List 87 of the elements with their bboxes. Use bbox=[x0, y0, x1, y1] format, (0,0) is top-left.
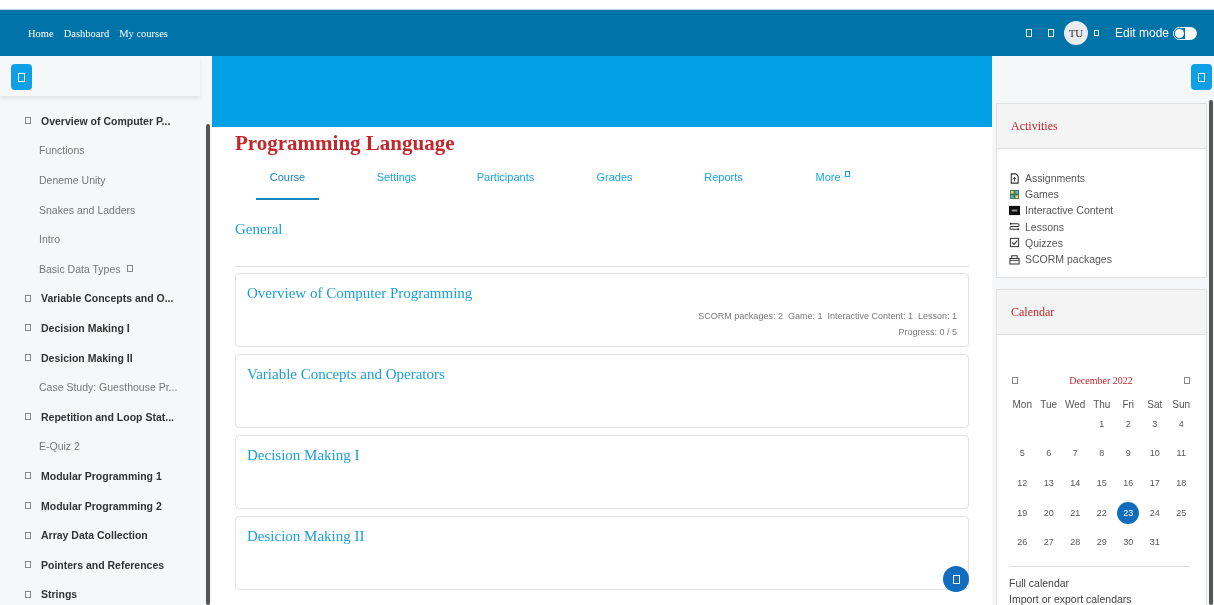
calendar-day[interactable]: 31 bbox=[1143, 531, 1166, 554]
activity-summary: SCORM packages: 2 Game: 1 Interactive Content: 1 Lesson: 1 bbox=[698, 311, 957, 321]
scrollbar[interactable] bbox=[1209, 100, 1213, 605]
calendar-day[interactable]: 19 bbox=[1011, 501, 1034, 524]
weekday-label: Tue bbox=[1039, 399, 1059, 413]
nav-link[interactable]: My courses bbox=[119, 27, 168, 39]
calendar-day[interactable]: 18 bbox=[1170, 471, 1193, 494]
calendar-day[interactable]: 24 bbox=[1143, 501, 1166, 524]
activity-link[interactable]: Functions bbox=[39, 144, 85, 157]
edit-mode-toggle[interactable] bbox=[1173, 26, 1197, 40]
weekday-label: Wed bbox=[1064, 399, 1087, 413]
activity-type-link[interactable]: Interactive Content bbox=[1025, 204, 1114, 217]
grid-icon bbox=[1009, 188, 1020, 200]
calendar-link[interactable]: Import or export calendars bbox=[1009, 590, 1194, 605]
section-link[interactable]: Modular Programming 2 bbox=[41, 499, 162, 512]
section-link[interactable]: Modular Programming 1 bbox=[41, 469, 162, 482]
progress-text: Progress: 0 / 5 bbox=[898, 327, 957, 337]
weekday-label: Sat bbox=[1146, 399, 1164, 413]
activity-link[interactable]: Intro bbox=[39, 233, 60, 246]
drawer-toggle-button[interactable] bbox=[11, 64, 32, 90]
nav-link[interactable]: Dashboard bbox=[63, 27, 110, 39]
calendar-day[interactable]: 25 bbox=[1170, 501, 1193, 524]
block-title: Calendar bbox=[1011, 304, 1055, 320]
block-title: Activities bbox=[1011, 118, 1058, 134]
edit-mode-label: Edit mode bbox=[1114, 26, 1169, 40]
h5p-icon bbox=[1009, 204, 1020, 216]
activity-link[interactable]: Case Study: Guesthouse Pr... bbox=[39, 381, 178, 394]
activity-type-link[interactable]: SCORM packages bbox=[1025, 253, 1112, 266]
calendar-day[interactable]: 3 bbox=[1143, 412, 1166, 435]
flow-icon bbox=[1009, 221, 1020, 233]
activity-link[interactable]: Basic Data Types bbox=[39, 262, 121, 275]
calendar-day[interactable]: 10 bbox=[1143, 442, 1166, 465]
section-link[interactable]: Pointers and References bbox=[41, 558, 165, 571]
calendar-day[interactable]: 16 bbox=[1117, 471, 1140, 494]
month-title: December 2022 bbox=[1069, 375, 1133, 387]
section-link[interactable]: Desicion Making II bbox=[41, 351, 133, 364]
section-link[interactable]: Array Data Collection bbox=[41, 529, 148, 542]
calendar-day[interactable]: 20 bbox=[1037, 501, 1060, 524]
calendar-day[interactable]: 13 bbox=[1037, 471, 1060, 494]
section-link[interactable]: Overview of Computer P... bbox=[41, 114, 171, 127]
calendar-day[interactable]: 21 bbox=[1064, 501, 1087, 524]
activity-type-link[interactable]: Lessons bbox=[1025, 220, 1065, 233]
calendar-day[interactable]: 11 bbox=[1170, 442, 1193, 465]
activity-type-link[interactable]: Quizzes bbox=[1025, 236, 1063, 249]
weekday-label: Mon bbox=[1011, 399, 1033, 413]
calendar-day[interactable]: 7 bbox=[1064, 442, 1087, 465]
activity-link[interactable]: E-Quiz 2 bbox=[39, 440, 80, 453]
package-icon bbox=[1009, 253, 1020, 265]
checkbox-icon bbox=[1009, 237, 1020, 249]
calendar-day[interactable]: 22 bbox=[1090, 501, 1113, 524]
calendar-day[interactable]: 2 bbox=[1117, 412, 1140, 435]
calendar-day[interactable]: 1 bbox=[1090, 412, 1113, 435]
calendar-day[interactable]: 30 bbox=[1117, 531, 1140, 554]
section-link[interactable]: Variable Concepts and O... bbox=[41, 292, 174, 305]
calendar-day[interactable]: 14 bbox=[1064, 471, 1087, 494]
calendar-day[interactable]: 17 bbox=[1143, 471, 1166, 494]
calendar-day[interactable]: 27 bbox=[1037, 531, 1060, 554]
drawer-toggle-button[interactable] bbox=[1191, 64, 1212, 90]
section-link[interactable]: Strings bbox=[41, 588, 78, 601]
scrollbar[interactable] bbox=[206, 124, 210, 605]
calendar-day[interactable]: 4 bbox=[1170, 412, 1193, 435]
weekday-label: Sun bbox=[1171, 399, 1192, 413]
calendar-link[interactable]: Full calendar bbox=[1009, 574, 1194, 591]
calendar-day[interactable]: 23 bbox=[1117, 501, 1140, 524]
weekday-label: Fri bbox=[1121, 399, 1136, 413]
calendar-day[interactable]: 9 bbox=[1117, 442, 1140, 465]
tab[interactable]: Course bbox=[256, 171, 319, 200]
calendar-day[interactable]: 5 bbox=[1011, 442, 1034, 465]
weekday-label: Thu bbox=[1092, 399, 1112, 413]
document-icon bbox=[1009, 172, 1020, 184]
calendar-day[interactable]: 26 bbox=[1011, 531, 1034, 554]
calendar-day[interactable]: 12 bbox=[1011, 471, 1034, 494]
calendar-day[interactable]: 6 bbox=[1037, 442, 1060, 465]
calendar-day[interactable]: 29 bbox=[1090, 531, 1113, 554]
course-title: Programming Language bbox=[235, 131, 456, 156]
nav-link[interactable]: Home bbox=[28, 27, 54, 39]
calendar-day[interactable]: 15 bbox=[1090, 471, 1113, 494]
activity-link[interactable]: Deneme Unity bbox=[39, 174, 106, 186]
activity-type-link[interactable]: Games bbox=[1025, 188, 1059, 201]
user-avatar[interactable]: TU bbox=[1063, 21, 1088, 45]
calendar-day[interactable]: 28 bbox=[1064, 531, 1087, 554]
floating-button[interactable] bbox=[943, 566, 969, 592]
activity-link[interactable]: Snakes and Ladders bbox=[39, 203, 136, 216]
calendar-day[interactable]: 8 bbox=[1090, 442, 1113, 465]
section-link[interactable]: Decision Making I bbox=[41, 321, 130, 334]
activity-type-link[interactable]: Assignments bbox=[1025, 172, 1086, 185]
section-link[interactable]: Repetition and Loop Stat... bbox=[41, 410, 174, 423]
